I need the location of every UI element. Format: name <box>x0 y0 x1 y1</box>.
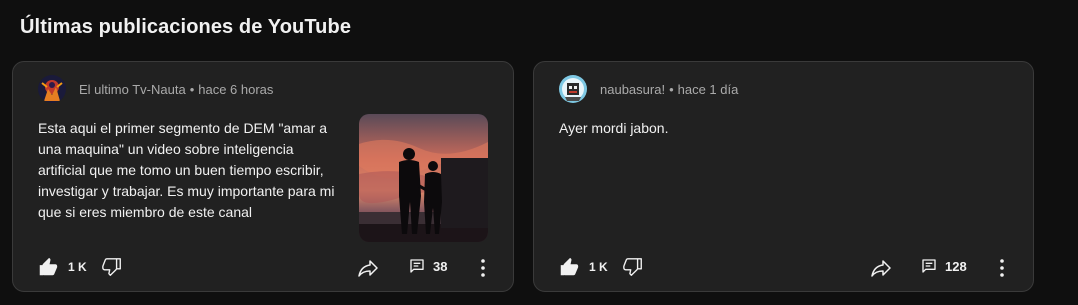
post-actions: 1 K 128 <box>534 252 1033 284</box>
like-button[interactable]: 1 K <box>558 256 608 278</box>
more-button[interactable] <box>990 256 1014 280</box>
meta-separator: • <box>189 81 195 97</box>
more-button[interactable] <box>471 256 495 280</box>
share-icon <box>869 256 893 280</box>
post-header: El ultimo Tv-Nauta • hace 6 horas <box>38 75 273 103</box>
thumbs-down-icon <box>101 256 123 278</box>
post-time[interactable]: hace 1 día <box>678 82 739 97</box>
comment-count: 38 <box>433 258 448 274</box>
dislike-button[interactable] <box>622 256 644 278</box>
comments-icon <box>921 258 937 274</box>
channel-avatar[interactable] <box>38 75 66 103</box>
meta-separator: • <box>669 81 674 97</box>
share-button[interactable] <box>356 256 380 280</box>
channel-avatar[interactable] <box>559 75 587 103</box>
thumbs-down-icon <box>622 256 644 278</box>
thumbs-up-icon <box>37 256 59 278</box>
dislike-button[interactable] <box>101 256 123 278</box>
post-card[interactable]: naubasura! • hace 1 día Ayer mordi jabon. … <box>533 61 1034 292</box>
channel-name[interactable]: El ultimo Tv-Nauta <box>79 82 186 97</box>
more-vertical-icon <box>990 256 1014 280</box>
comments-icon <box>409 258 425 274</box>
comments-button[interactable]: 38 <box>409 258 447 274</box>
comments-button[interactable]: 128 <box>921 258 967 274</box>
like-count: 1 K <box>589 260 608 274</box>
post-time[interactable]: hace 6 horas <box>198 82 273 97</box>
post-image[interactable] <box>359 114 488 242</box>
more-vertical-icon <box>471 256 495 280</box>
post-text[interactable]: Ayer mordi jabon. <box>559 118 999 139</box>
share-button[interactable] <box>869 256 893 280</box>
post-meta: naubasura! • hace 1 día <box>600 82 738 97</box>
section-title: Últimas publicaciones de YouTube <box>20 16 352 38</box>
post-actions: 1 K 38 <box>13 252 513 284</box>
post-header: naubasura! • hace 1 día <box>559 75 738 103</box>
like-count: 1 K <box>68 260 87 274</box>
post-text[interactable]: Esta aqui el primer segmento de DEM "ama… <box>38 118 340 223</box>
like-button[interactable]: 1 K <box>37 256 87 278</box>
thumbs-up-icon <box>558 256 580 278</box>
channel-name[interactable]: naubasura! <box>600 82 665 97</box>
comment-count: 128 <box>945 258 967 274</box>
post-meta: El ultimo Tv-Nauta • hace 6 horas <box>79 82 273 97</box>
share-icon <box>356 256 380 280</box>
post-card[interactable]: El ultimo Tv-Nauta • hace 6 horas Esta aqu… <box>12 61 514 292</box>
